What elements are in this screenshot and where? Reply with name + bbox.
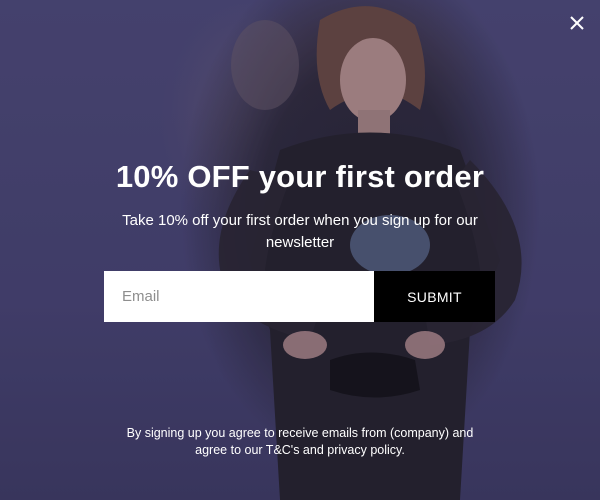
newsletter-popup: 10% OFF your first order Take 10% off yo… — [0, 0, 600, 500]
legal-disclaimer: By signing up you agree to receive email… — [0, 425, 600, 459]
legal-line-1: By signing up you agree to receive email… — [126, 426, 474, 440]
popup-content: 10% OFF your first order Take 10% off yo… — [0, 158, 600, 254]
email-input[interactable] — [104, 271, 374, 322]
close-icon — [570, 16, 584, 30]
popup-title: 10% OFF your first order — [115, 159, 485, 194]
submit-button[interactable]: SUBMIT — [374, 271, 495, 322]
popup-subtitle: Take 10% off your first order when you s… — [122, 212, 478, 251]
newsletter-form: SUBMIT — [104, 271, 495, 322]
close-button[interactable] — [564, 10, 590, 36]
legal-line-2: agree to our T&C's and privacy policy. — [195, 443, 405, 457]
